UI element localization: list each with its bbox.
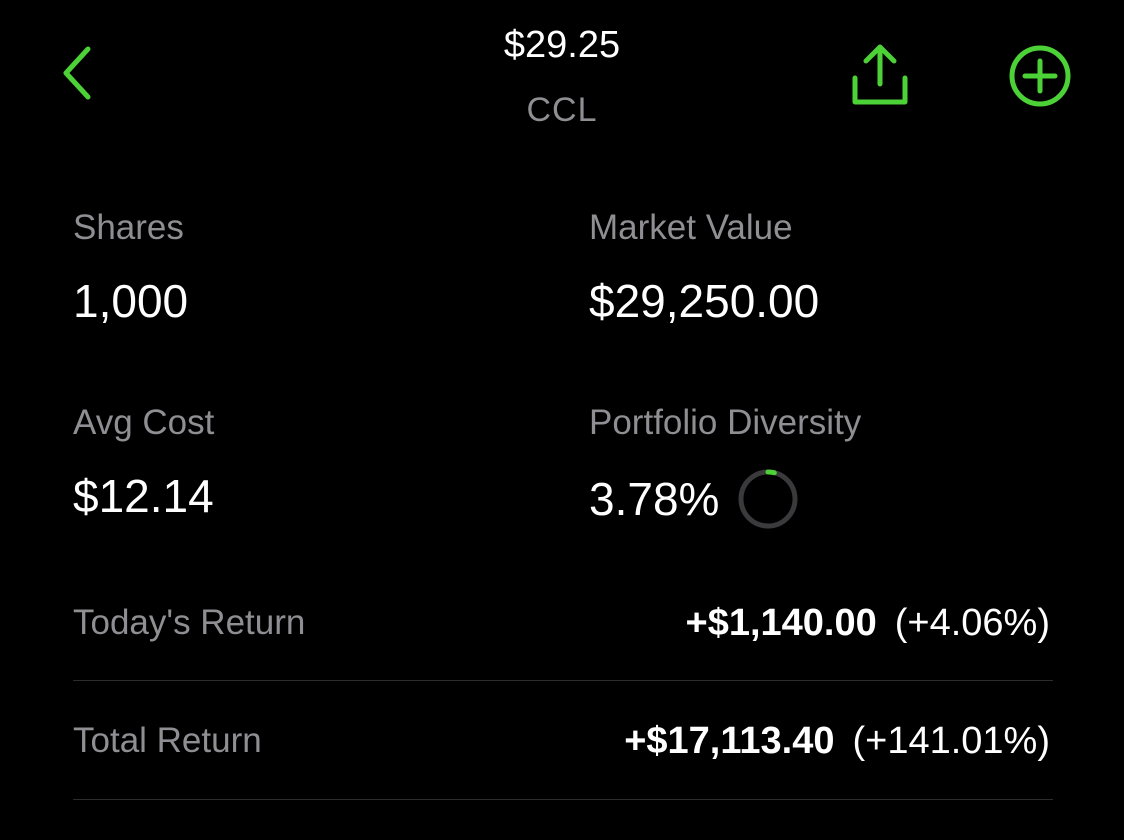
market-value-label: Market Value [589,208,793,247]
header-ticker: CCL [526,91,598,129]
total-return-values: +$17,113.40 (+141.01%) [624,718,1050,764]
avg-cost-label: Avg Cost [73,403,215,442]
portfolio-diversity-value: 3.78% [589,473,720,525]
todays-return-percent: (+4.06%) [894,602,1050,644]
portfolio-diversity-row: 3.78% [589,468,799,530]
share-button[interactable] [840,36,920,112]
total-return-percent: (+141.01%) [852,720,1050,762]
avg-cost-value: $12.14 [73,470,214,522]
back-button[interactable] [50,38,106,108]
shares-label: Shares [73,208,184,247]
share-icon [852,44,908,105]
total-return-amount: +$17,113.40 [624,720,835,762]
total-return-label: Total Return [73,721,262,760]
todays-return-values: +$1,140.00 (+4.06%) [686,600,1051,646]
plus-circle-icon [1009,45,1071,107]
header-price: $29.25 [503,24,621,66]
todays-return-amount: +$1,140.00 [685,602,877,644]
portfolio-diversity-label: Portfolio Diversity [589,403,862,442]
diversity-ring-track [738,469,798,529]
diversity-ring-icon [738,469,798,529]
shares-value: 1,000 [73,275,189,327]
todays-return-label: Today's Return [73,603,306,642]
chevron-left-icon [63,46,91,100]
add-button[interactable] [1002,38,1078,114]
divider [73,799,1053,800]
market-value-value: $29,250.00 [589,275,820,327]
divider [73,680,1053,681]
